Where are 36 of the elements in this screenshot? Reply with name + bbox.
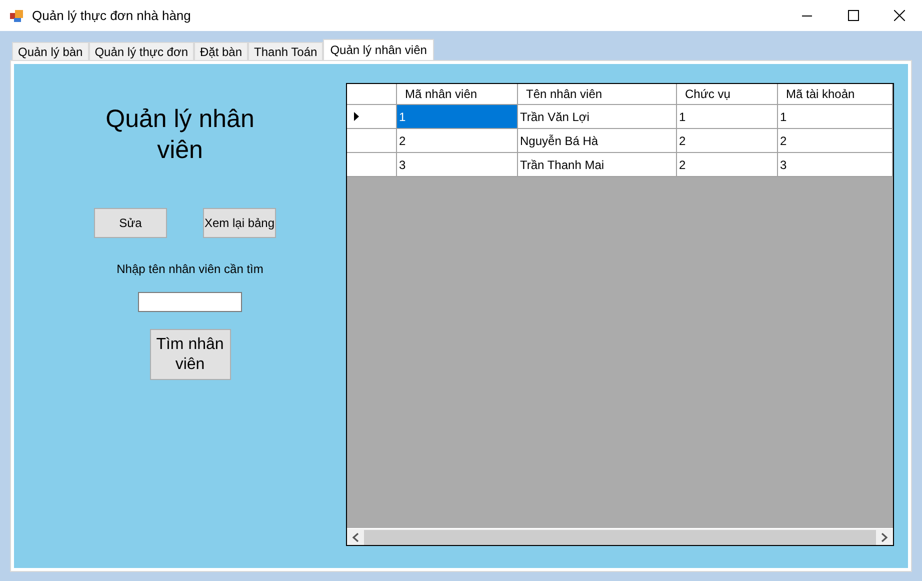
- table-cell: Trần Thanh Mai: [518, 153, 677, 176]
- table-cell: 1: [677, 105, 778, 128]
- tab[interactable]: Quản lý thực đơn: [88, 42, 194, 60]
- current-row-icon: [354, 112, 359, 121]
- column-header[interactable]: Chức vụ: [677, 84, 778, 104]
- search-button[interactable]: Tìm nhân viên: [150, 329, 230, 380]
- column-header[interactable]: Tên nhân viên: [518, 84, 677, 104]
- horizontal-scrollbar[interactable]: [347, 528, 893, 545]
- tab[interactable]: Quản lý nhân viên: [323, 39, 434, 60]
- table-cell: 2: [778, 129, 893, 152]
- column-header[interactable]: Mã tài khoản: [778, 84, 893, 104]
- table-cell: 3: [778, 153, 893, 176]
- maximize-icon: [848, 10, 858, 21]
- table-cell: 3: [397, 153, 518, 176]
- search-field[interactable]: [138, 292, 242, 312]
- tab[interactable]: Quản lý bàn: [12, 42, 89, 60]
- table-cell: Nguyễn Bá Hà: [518, 129, 677, 152]
- column-header[interactable]: Mã nhân viên: [397, 84, 518, 104]
- table-cell: 2: [677, 129, 778, 152]
- close-icon: [894, 10, 904, 21]
- app-icon: [10, 8, 24, 22]
- table-cell: 2: [677, 153, 778, 176]
- scroll-left-icon[interactable]: [352, 532, 359, 542]
- table-cell: 1: [778, 105, 893, 128]
- table-cell: 2: [397, 129, 518, 152]
- tab[interactable]: Thanh Toán: [248, 42, 324, 60]
- edit-button[interactable]: Sửa: [94, 208, 167, 238]
- search-label: Nhập tên nhân viên cần tìm: [116, 261, 264, 278]
- form-heading: Quản lý nhân viên: [105, 104, 255, 166]
- reload-button[interactable]: Xem lại bảng: [203, 208, 276, 238]
- scroll-right-icon[interactable]: [881, 532, 888, 542]
- scrollbar-thumb[interactable]: [364, 530, 876, 544]
- tab[interactable]: Đặt bàn: [194, 42, 248, 60]
- window-title: Quản lý thực đơn nhà hàng: [32, 6, 191, 25]
- table-cell: Trần Văn Lợi: [518, 105, 677, 128]
- table-cell: 1: [397, 105, 518, 128]
